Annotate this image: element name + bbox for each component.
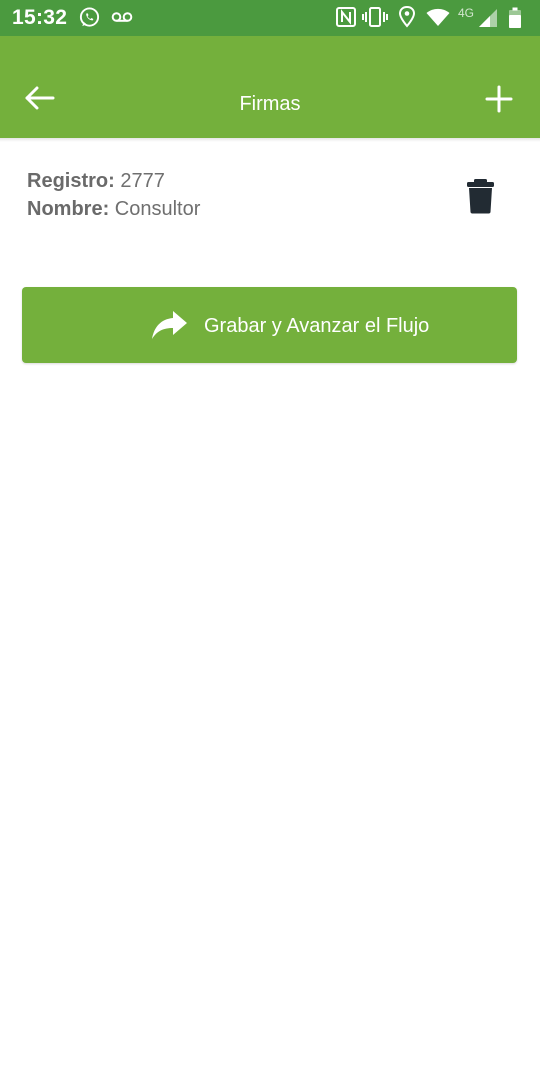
battery-icon bbox=[508, 7, 522, 34]
nombre-row: Nombre: Consultor bbox=[27, 198, 200, 221]
plus-icon[interactable] bbox=[485, 85, 513, 118]
nombre-value: Consultor bbox=[114, 198, 201, 220]
voicemail-icon bbox=[111, 9, 133, 30]
wifi-icon bbox=[426, 8, 450, 32]
whatsapp-icon bbox=[78, 6, 101, 34]
status-bar: 15:32 4G bbox=[0, 0, 540, 36]
location-icon bbox=[398, 5, 416, 33]
save-and-advance-button[interactable]: Grabar y Avanzar el Flujo bbox=[22, 287, 517, 363]
registro-label: Registro: bbox=[27, 170, 115, 192]
share-arrow-icon bbox=[149, 309, 189, 346]
app-bar: Firmas bbox=[0, 36, 540, 138]
save-and-advance-label: Grabar y Avanzar el Flujo bbox=[204, 315, 430, 337]
page-title: Firmas bbox=[239, 93, 301, 115]
nombre-label: Nombre: bbox=[27, 198, 110, 220]
signature-record: Registro: 2777 Nombre: Consultor bbox=[0, 142, 540, 252]
network-type-label: 4G bbox=[458, 6, 475, 20]
status-time: 15:32 bbox=[12, 6, 68, 29]
trash-icon[interactable] bbox=[464, 178, 497, 214]
registro-value: 2777 bbox=[120, 170, 165, 192]
nfc-icon bbox=[336, 7, 356, 32]
vibrate-icon bbox=[362, 6, 388, 33]
registro-row: Registro: 2777 bbox=[27, 170, 165, 193]
signal-icon bbox=[478, 8, 498, 33]
